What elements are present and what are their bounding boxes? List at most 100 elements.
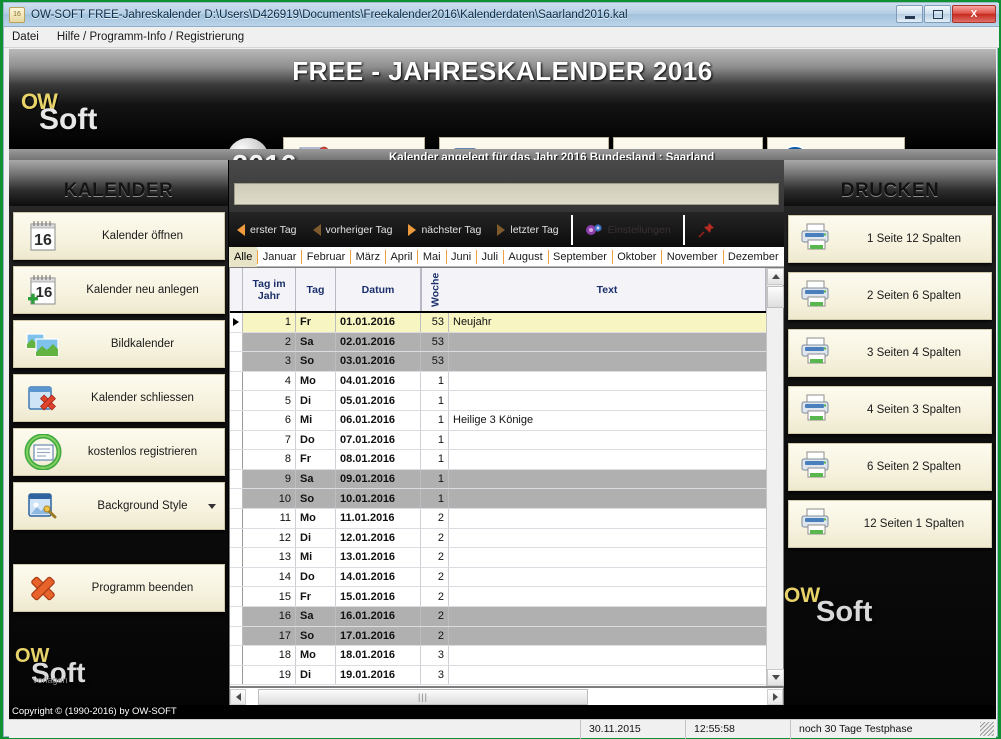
month-tab-april[interactable]: April xyxy=(385,247,417,267)
month-tab-alle[interactable]: Alle xyxy=(229,246,258,267)
right-logo-soft-text: Soft xyxy=(816,596,873,628)
horizontal-scrollbar[interactable]: ||| xyxy=(229,687,784,707)
horizontal-scroll-track[interactable]: ||| xyxy=(246,689,767,705)
vertical-scroll-thumb[interactable] xyxy=(767,286,784,308)
month-tab-juli[interactable]: Juli xyxy=(477,247,504,267)
cell-text[interactable] xyxy=(449,529,783,548)
cell-text[interactable] xyxy=(449,587,783,606)
copyright-button[interactable]: Copyright © xyxy=(283,137,425,149)
sidebar-item-kostenlos-registrieren[interactable]: kostenlos registrieren xyxy=(12,428,225,476)
month-tab-maerz[interactable]: März xyxy=(351,247,385,267)
info-button[interactable]: INFO xyxy=(767,137,905,149)
cell-text[interactable]: Heilige 3 Könige xyxy=(449,411,783,430)
sidebar-item-background-style[interactable]: Background Style xyxy=(12,482,225,530)
grid-header-week[interactable]: Woche xyxy=(421,268,449,311)
jahreskalender-plus-button[interactable]: AUG 14 JAHRESKALENDER PLUS xyxy=(439,137,609,149)
vertical-scrollbar[interactable] xyxy=(766,268,784,686)
horizontal-scroll-thumb[interactable]: ||| xyxy=(258,689,588,705)
calendar-16-icon: 16 xyxy=(24,218,62,254)
print-button-2[interactable]: 2 Seiten 6 Spalten xyxy=(788,272,992,320)
table-row[interactable]: 6 Mi 06.01.2016 1 Heilige 3 Könige xyxy=(230,410,783,431)
month-tab-november[interactable]: November xyxy=(662,247,723,267)
month-tab-februar[interactable]: Februar xyxy=(302,247,351,267)
cell-text[interactable] xyxy=(449,391,783,410)
maximize-button[interactable] xyxy=(924,5,951,23)
settings-button[interactable]: Einstellungen xyxy=(577,212,679,247)
sidebar-item-programm-beenden[interactable]: Programm beenden xyxy=(12,564,225,612)
ow-soft-button[interactable]: OW-SOFT xyxy=(613,137,763,149)
month-tab-juni[interactable]: Juni xyxy=(446,247,476,267)
cell-text[interactable] xyxy=(449,372,783,391)
month-tab-august[interactable]: August xyxy=(503,247,547,267)
print-button-6[interactable]: 12 Seiten 1 Spalten xyxy=(788,500,992,548)
search-input[interactable] xyxy=(234,183,779,205)
menu-item-hilfe[interactable]: Hilfe / Programm-Info / Registrierung xyxy=(57,31,244,43)
cell-text[interactable] xyxy=(449,666,783,685)
minimize-button[interactable] xyxy=(896,5,923,23)
table-row[interactable]: 8 Fr 08.01.2016 1 xyxy=(230,450,783,470)
month-tab-januar[interactable]: Januar xyxy=(258,247,302,267)
scroll-left-button[interactable] xyxy=(230,689,246,705)
table-row[interactable]: 14 Do 14.01.2016 2 xyxy=(230,567,783,588)
table-row[interactable]: 11 Mo 11.01.2016 2 xyxy=(230,508,783,529)
table-row[interactable]: 16 Sa 16.01.2016 2 xyxy=(230,606,783,627)
grid-header-text[interactable]: Text xyxy=(449,268,766,311)
last-day-button[interactable]: letzter Tag xyxy=(489,212,566,247)
cell-week: 1 xyxy=(421,469,449,489)
previous-day-button[interactable]: vorheriger Tag xyxy=(305,212,401,247)
first-day-button[interactable]: erster Tag xyxy=(229,212,305,247)
sidebar-item-kalender-oeffnen[interactable]: 16 Kalender öffnen xyxy=(12,212,225,260)
print-button-1[interactable]: 1 Seite 12 Spalten xyxy=(788,215,992,263)
resize-grip-icon[interactable] xyxy=(980,722,994,736)
cell-text[interactable] xyxy=(449,470,783,489)
next-day-button[interactable]: nächster Tag xyxy=(400,212,489,247)
cell-text[interactable] xyxy=(449,646,783,665)
sidebar-item-kalender-neu-anlegen[interactable]: 16 Kalender neu anlegen xyxy=(12,266,225,314)
table-row[interactable]: 12 Di 12.01.2016 2 xyxy=(230,528,783,549)
cell-text[interactable] xyxy=(449,627,783,646)
grid-header-weekday[interactable]: Tag xyxy=(296,268,336,311)
table-row[interactable]: 2 Sa 02.01.2016 53 xyxy=(230,332,783,353)
grid-header-day-of-year[interactable]: Tag im Jahr xyxy=(243,268,296,311)
chevron-down-icon[interactable] xyxy=(207,504,216,509)
cell-text[interactable] xyxy=(449,352,783,371)
month-tab-oktober[interactable]: Oktober xyxy=(612,247,661,267)
print-button-4[interactable]: 4 Seiten 3 Spalten xyxy=(788,386,992,434)
cell-text[interactable] xyxy=(449,489,783,508)
table-row[interactable]: 13 Mi 13.01.2016 2 xyxy=(230,548,783,568)
table-row[interactable]: 7 Do 07.01.2016 1 xyxy=(230,430,783,451)
menu-item-datei[interactable]: Datei xyxy=(12,31,39,43)
cell-text[interactable] xyxy=(449,509,783,528)
grid-header-date[interactable]: Datum xyxy=(336,268,421,311)
pin-button[interactable] xyxy=(689,212,725,247)
cell-text[interactable] xyxy=(449,333,783,352)
table-row[interactable]: 17 So 17.01.2016 2 xyxy=(230,626,783,647)
sidebar-item-kalender-schliessen[interactable]: Kalender schliessen xyxy=(12,374,225,422)
scroll-right-button[interactable] xyxy=(767,689,783,705)
cell-text[interactable] xyxy=(449,450,783,469)
table-row[interactable]: 19 Di 19.01.2016 3 xyxy=(230,665,783,685)
cell-text[interactable] xyxy=(449,568,783,587)
download-arrow-icon[interactable] xyxy=(227,138,269,149)
table-row[interactable]: 4 Mo 04.01.2016 1 xyxy=(230,371,783,392)
table-row[interactable]: 10 So 10.01.2016 1 xyxy=(230,489,783,509)
cell-text[interactable] xyxy=(449,548,783,567)
sidebar-item-bildkalender[interactable]: Bildkalender xyxy=(12,320,225,368)
table-row[interactable]: 18 Mo 18.01.2016 3 xyxy=(230,646,783,666)
table-row[interactable]: 15 Fr 15.01.2016 2 xyxy=(230,587,783,607)
table-row[interactable]: 1 Fr 01.01.2016 53 Neujahr xyxy=(230,313,783,333)
month-tab-mai[interactable]: Mai xyxy=(418,247,446,267)
table-row[interactable]: 9 Sa 09.01.2016 1 xyxy=(230,469,783,490)
cell-text[interactable] xyxy=(449,607,783,626)
scroll-up-button[interactable] xyxy=(767,268,784,285)
scroll-down-button[interactable] xyxy=(767,669,784,686)
cell-text[interactable]: Neujahr xyxy=(449,313,783,332)
cell-text[interactable] xyxy=(449,431,783,450)
print-button-3[interactable]: 3 Seiten 4 Spalten xyxy=(788,329,992,377)
table-row[interactable]: 3 So 03.01.2016 53 xyxy=(230,352,783,372)
print-button-5[interactable]: 6 Seiten 2 Spalten xyxy=(788,443,992,491)
table-row[interactable]: 5 Di 05.01.2016 1 xyxy=(230,391,783,411)
month-tab-september[interactable]: September xyxy=(548,247,612,267)
close-button[interactable]: X xyxy=(952,5,996,23)
month-tab-dezember[interactable]: Dezember xyxy=(723,247,784,267)
